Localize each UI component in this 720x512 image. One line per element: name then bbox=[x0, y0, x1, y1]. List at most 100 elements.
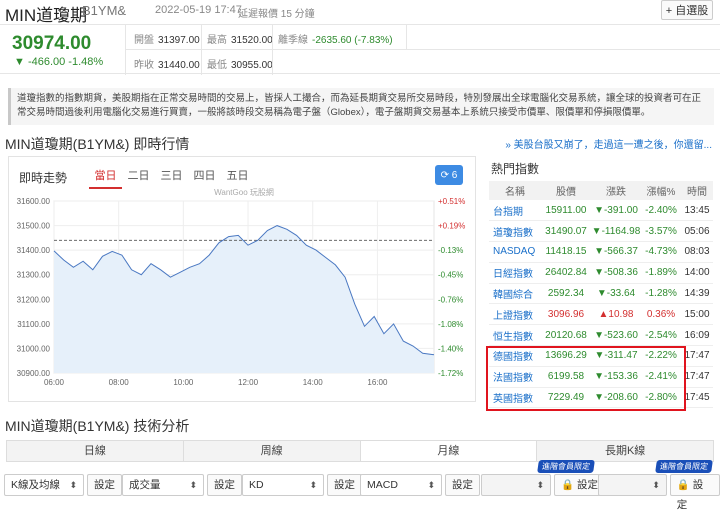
add-watchlist-button[interactable]: + 自選股 bbox=[661, 0, 713, 20]
indicator-control-macd: MACD ⬍ 設定 bbox=[360, 474, 480, 496]
chevron-down-icon: ⬍ bbox=[652, 480, 660, 490]
index-name[interactable]: 台指期 bbox=[489, 200, 541, 222]
index-percent: -4.73% bbox=[641, 241, 681, 263]
pct-tick-label: +0.51% bbox=[438, 197, 465, 206]
volume-select[interactable]: 成交量 ⬍ bbox=[122, 474, 204, 496]
index-percent: -2.22% bbox=[641, 345, 681, 367]
prev-close-cell: 昨收 31440.00 bbox=[134, 60, 200, 71]
index-price: 7229.49 bbox=[541, 387, 591, 409]
pct-tick-label: -1.08% bbox=[438, 320, 463, 329]
index-time: 17:47 bbox=[681, 345, 713, 367]
kd-select[interactable]: KD ⬍ bbox=[242, 474, 324, 496]
index-name[interactable]: 道瓊指數 bbox=[489, 220, 541, 243]
table-row[interactable]: 恒生指數 20120.68 ▼-523.60 -2.54% 16:09 bbox=[489, 324, 713, 347]
tab-long-term[interactable]: 長期K線 bbox=[537, 441, 713, 461]
index-price: 2592.34 bbox=[541, 283, 591, 305]
table-row[interactable]: 台指期 15911.00 ▼-391.00 -2.40% 13:45 bbox=[489, 200, 713, 222]
page-header: MIN道瓊期 B1YM& 2022-05-19 17:47 延遲報價 15 分鐘… bbox=[0, 0, 720, 25]
tab-monthly[interactable]: 月線 bbox=[360, 441, 538, 461]
high-cell: 最高 31520.00 bbox=[207, 35, 273, 46]
symbol-code: B1YM& bbox=[82, 3, 127, 18]
indicator-control-locked-1: ⬍ 🔒 設定 bbox=[481, 474, 605, 496]
kd-settings-button[interactable]: 設定 bbox=[327, 474, 362, 496]
index-name[interactable]: 德國指數 bbox=[489, 345, 541, 367]
index-time: 13:45 bbox=[681, 200, 713, 222]
index-name[interactable]: 恒生指數 bbox=[489, 324, 541, 347]
table-row[interactable]: 韓國綜合 2592.34 ▼-33.64 -1.28% 14:39 bbox=[489, 283, 713, 305]
index-change: ▼-566.37 bbox=[591, 241, 641, 263]
index-percent: 0.36% bbox=[641, 303, 681, 326]
index-time: 15:00 bbox=[681, 303, 713, 326]
chevron-down-icon: ⬍ bbox=[69, 480, 77, 490]
index-time: 17:47 bbox=[681, 366, 713, 388]
index-change: ▼-508.36 bbox=[591, 262, 641, 284]
table-row[interactable]: 日經指數 26402.84 ▼-508.36 -1.89% 14:00 bbox=[489, 262, 713, 284]
index-name[interactable]: 法國指數 bbox=[489, 366, 541, 388]
quote-time: 2022-05-19 17:47 bbox=[155, 4, 242, 16]
y-tick-label: 31300.00 bbox=[17, 271, 51, 280]
y-tick-label: 31600.00 bbox=[17, 197, 51, 206]
intraday-chart-panel: 即時走勢 當日 二日 三日 四日 五日 ⟳ 6 31600.00 +0.51% 31… bbox=[8, 156, 476, 402]
chevron-down-icon: ⬍ bbox=[536, 480, 544, 490]
x-tick-label: 14:00 bbox=[303, 378, 324, 387]
period-tabs: 日線 周線 月線 長期K線 bbox=[6, 440, 714, 462]
table-row[interactable]: NASDAQ 11418.15 ▼-566.37 -4.73% 08:03 bbox=[489, 241, 713, 263]
open-cell: 開盤 31397.00 bbox=[134, 35, 200, 46]
col-change: 漲跌 bbox=[591, 181, 641, 200]
indicator-control-kline: K線及均線 ⬍ 設定 bbox=[4, 474, 122, 496]
locked-settings-button-2[interactable]: 🔒 設定 bbox=[669, 474, 720, 511]
col-name: 名稱 bbox=[489, 181, 541, 200]
pct-tick-label: -0.13% bbox=[438, 246, 463, 255]
index-name[interactable]: 英國指數 bbox=[489, 387, 541, 409]
col-percent: 漲幅% bbox=[641, 181, 681, 200]
index-percent: -2.54% bbox=[641, 324, 681, 347]
product-description: 道瓊指數的指數期貨，美股期指在正常交易時間的交易上，皆採人工撮合，而為延長期貨交… bbox=[8, 88, 714, 125]
index-name[interactable]: NASDAQ bbox=[489, 241, 541, 263]
index-percent: -3.57% bbox=[641, 220, 681, 243]
index-percent: -1.28% bbox=[641, 283, 681, 305]
index-change: ▼-311.47 bbox=[591, 345, 641, 367]
index-percent: -2.80% bbox=[641, 387, 681, 409]
y-tick-label: 31000.00 bbox=[17, 344, 51, 353]
page-title: MIN道瓊期 bbox=[5, 6, 88, 25]
index-change: ▼-153.36 bbox=[591, 366, 641, 388]
index-name[interactable]: 日經指數 bbox=[489, 262, 541, 284]
table-row[interactable]: 道瓊指數 31490.07 ▼-1164.98 -3.57% 05:06 bbox=[489, 220, 713, 243]
index-time: 14:00 bbox=[681, 262, 713, 284]
kline-select[interactable]: K線及均線 ⬍ bbox=[4, 474, 84, 496]
macd-settings-button[interactable]: 設定 bbox=[445, 474, 480, 496]
hot-indices-title: 熱門指數 bbox=[491, 162, 540, 176]
chevron-down-icon: ⬍ bbox=[189, 480, 197, 490]
last-price: 30974.00 bbox=[12, 33, 92, 54]
delay-note: 延遲報價 15 分鐘 bbox=[238, 9, 315, 20]
table-row[interactable]: 法國指數 6199.58 ▼-153.36 -2.41% 17:47 bbox=[489, 366, 713, 388]
tab-daily[interactable]: 日線 bbox=[7, 441, 184, 461]
index-time: 16:09 bbox=[681, 324, 713, 347]
macd-select[interactable]: MACD ⬍ bbox=[360, 474, 442, 496]
volume-settings-button[interactable]: 設定 bbox=[207, 474, 242, 496]
table-row[interactable]: 德國指數 13696.29 ▼-311.47 -2.22% 17:47 bbox=[489, 345, 713, 367]
index-change: ▲10.98 bbox=[591, 303, 641, 326]
quote-panel: 30974.00 ▼ -466.00 -1.48% 開盤 31397.00 最高 3… bbox=[0, 24, 720, 75]
y-tick-label: 31100.00 bbox=[17, 320, 50, 329]
vip-badge: 進階會員限定 bbox=[537, 460, 595, 473]
price-change: ▼ -466.00 -1.48% bbox=[14, 56, 104, 68]
promo-link[interactable]: » 美股台股又崩了，走過這一遭之後，你還留... bbox=[505, 136, 712, 151]
indicator-control-volume: 成交量 ⬍ 設定 bbox=[122, 474, 242, 496]
y-tick-label: 31400.00 bbox=[17, 246, 51, 255]
locked-select-2[interactable]: ⬍ bbox=[598, 474, 667, 496]
index-price: 20120.68 bbox=[541, 324, 591, 347]
index-change: ▼-208.60 bbox=[591, 387, 641, 409]
index-price: 26402.84 bbox=[541, 262, 591, 284]
tab-weekly[interactable]: 周線 bbox=[184, 441, 361, 461]
kline-settings-button[interactable]: 設定 bbox=[87, 474, 122, 496]
index-price: 6199.58 bbox=[541, 366, 591, 388]
index-price: 31490.07 bbox=[541, 220, 591, 243]
table-row[interactable]: 上證指數 3096.96 ▲10.98 0.36% 15:00 bbox=[489, 303, 713, 326]
table-row[interactable]: 英國指數 7229.49 ▼-208.60 -2.80% 17:45 bbox=[489, 387, 713, 409]
index-name[interactable]: 韓國綜合 bbox=[489, 283, 541, 305]
index-name[interactable]: 上證指數 bbox=[489, 303, 541, 326]
locked-select-1[interactable]: ⬍ bbox=[481, 474, 551, 496]
intraday-line-chart: 31600.00 +0.51% 31500.00 +0.19% 31400.00 -0.1… bbox=[17, 187, 466, 387]
index-time: 08:03 bbox=[681, 241, 713, 263]
